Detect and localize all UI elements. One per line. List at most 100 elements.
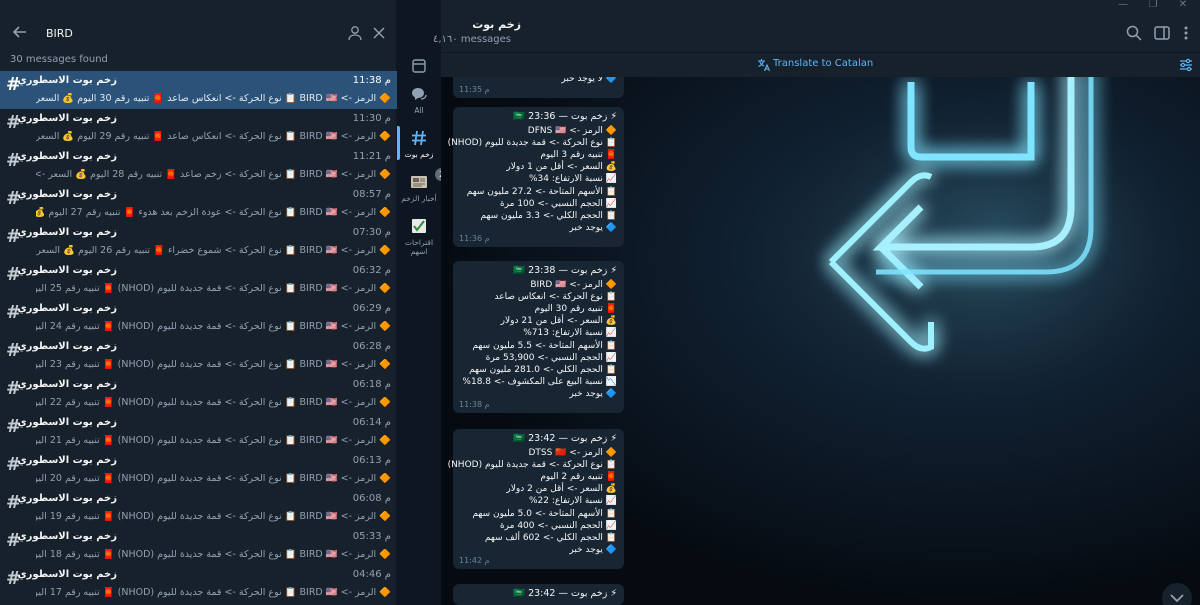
message-bubble[interactable]: ⚡ زخم بوت — 23:42 🇸🇦 🔶 الرمز -> DTSS 🇨🇳 📋 … [447, 429, 624, 569]
result-time: 06:13 م [352, 455, 391, 466]
search-result-item[interactable]: # زخم بوت الاسطوري 06:08 م 🔶 الرمز -> BIRD … [0, 489, 397, 527]
chat-area: زخم بوت ٤,١٦٠ messages Translate to Cata… [433, 12, 1200, 605]
scroll-down-button[interactable] [1162, 583, 1192, 605]
clear-search-icon[interactable] [370, 24, 388, 42]
minimize-button[interactable]: — [1108, 0, 1138, 12]
message-line: 📈 الحجم النسبي -> 100 مرة [499, 198, 617, 209]
message-bubble[interactable]: ⚡ زخم بوت — 23:38 🇸🇦 🔶 الرمز -> BIRD 🇺🇸 📋 … [453, 261, 624, 414]
message-bubble[interactable]: 🔷 لا يوجد خبر 11:35 م [453, 77, 624, 99]
search-result-item[interactable]: # زخم بوت الاسطوري 06:18 م 🔶 الرمز -> BIRD … [0, 375, 397, 413]
search-from-user-icon[interactable] [346, 24, 364, 42]
result-chat-name: زخم بوت الاسطوري [17, 303, 117, 314]
result-chat-name: زخم بوت الاسطوري [17, 531, 117, 542]
message-line: 🔷 يوجد خبر [569, 544, 617, 555]
search-result-item[interactable]: # زخم بوت الاسطوري 08:57 م 🔶 الرمز -> BIRD … [0, 185, 397, 223]
result-chat-name: زخم بوت الاسطوري [17, 569, 117, 580]
hashtag-icon [409, 128, 429, 148]
search-results-list: # زخم بوت الاسطوري 11:38 م 🔶 الرمز -> BIRD … [0, 71, 397, 605]
message-header: ⚡ زخم بوت — 23:38 🇸🇦 [513, 265, 617, 276]
result-preview: 🔶 الرمز -> BIRD 🇺🇸 📋 نوع الحركة -> قمة ج… [36, 359, 391, 370]
close-window-button[interactable]: ✕ [1168, 0, 1198, 12]
filter-settings-icon[interactable] [1178, 57, 1194, 73]
message-bubble[interactable]: ⚡ زخم بوت — 23:36 🇸🇦 🔶 الرمز -> DFNS 🇺🇸 📋 … [447, 107, 624, 247]
search-result-item[interactable]: # زخم بوت الاسطوري 06:32 م 🔶 الرمز -> BIRD … [0, 261, 397, 299]
result-time: 06:18 م [352, 379, 391, 390]
message-line: 💰 السعر -> أقل من 1 دولار [506, 162, 617, 173]
search-result-item[interactable]: # زخم بوت الاسطوري 07:30 م 🔶 الرمز -> BIRD … [0, 223, 397, 261]
result-chat-name: زخم بوت الاسطوري [17, 113, 117, 124]
result-time: 07:30 م [352, 227, 391, 238]
translate-label: Translate to Catalan [773, 58, 874, 69]
message-line: 💰 السعر -> أقل من 2 دولار [506, 484, 617, 495]
search-result-item[interactable]: # زخم بوت الاسطوري 06:28 م 🔶 الرمز -> BIRD … [0, 337, 397, 375]
result-preview: 🔶 الرمز -> BIRD 🇺🇸 📋 نوع الحركة -> عودة … [36, 207, 391, 218]
result-chat-name: زخم بوت الاسطوري [17, 455, 117, 466]
message-line: 📋 الأسهم المتاحة -> 27.2 مليون سهم [466, 186, 617, 197]
search-result-item[interactable]: # زخم بوت الاسطوري 06:14 م 🔶 الرمز -> BIRD … [0, 413, 397, 451]
folders-sidebar: All زخم بوت 2 أخبار الزخم اقتراحات اسهم [397, 0, 448, 605]
result-chat-name: زخم بوت الاسطوري [17, 265, 117, 276]
search-result-item[interactable]: # زخم بوت الاسطوري 11:30 م 🔶 الرمز -> BIRD … [0, 109, 397, 147]
chat-header: زخم بوت ٤,١٦٠ messages [433, 12, 1200, 52]
message-line: 📋 الحجم الكلي -> 3.3 مليون سهم [480, 210, 618, 221]
message-time: 11:42 م [459, 555, 490, 565]
message-line: 💰 السعر -> أقل من 21 دولار [500, 316, 617, 327]
telegram-window: — ❐ ✕ 30 messages found #زخم بوت الاسطور… [0, 0, 1200, 605]
message-time: 11:36 م [459, 233, 490, 243]
message-line: 📈 الحجم النسبي -> 400 مرة [499, 520, 617, 531]
message-line: 🔷 لا يوجد خبر [561, 77, 617, 84]
search-input[interactable] [38, 20, 338, 46]
folder-zakhm-bot[interactable]: زخم بوت [397, 128, 441, 159]
message-bubble[interactable]: ⚡ زخم بوت — 23:42 🇸🇦 [453, 584, 624, 605]
search-result-item[interactable]: # زخم بوت الاسطوري 11:21 م 🔶 الرمز -> BIRD … [0, 147, 397, 185]
message-line: 📈 نسبة الارتفاع: 22% [528, 496, 617, 507]
translate-button[interactable]: Translate to Catalan [758, 58, 874, 72]
more-options-icon[interactable] [1177, 24, 1195, 42]
folder-all-label: All [414, 106, 424, 115]
message-time: 11:35 م [459, 85, 490, 95]
search-result-item[interactable]: # زخم بوت الاسطوري 06:29 م 🔶 الرمز -> BIRD … [0, 299, 397, 337]
sidebar-toggle-icon[interactable] [1153, 24, 1171, 42]
chat-title[interactable]: زخم بوت [441, 18, 521, 31]
search-result-item[interactable]: # زخم بوت الاسطوري 04:46 م 🔶 الرمز -> BIRD … [0, 565, 397, 603]
result-chat-name: زخم بوت الاسطوري [17, 75, 117, 86]
search-result-item[interactable]: # زخم بوت الاسطوري 06:13 م 🔶 الرمز -> BIRD … [0, 451, 397, 489]
suggestions-icon [409, 216, 429, 236]
folder-news-label: أخبار الزخم [401, 194, 437, 203]
search-result-item[interactable]: # زخم بوت الاسطوري 11:38 م 🔶 الرمز -> BIRD … [0, 71, 397, 109]
result-preview: 🔶 الرمز -> BIRD 🇺🇸 📋 نوع الحركة -> قمة ج… [36, 473, 391, 484]
message-line: 📉 نسبة البيع على المكشوف -> 18.8% [462, 376, 617, 387]
result-chat-name: زخم بوت الاسطوري [17, 151, 117, 162]
result-chat-name: زخم بوت الاسطوري [17, 493, 117, 504]
message-line: 📋 الحجم الكلي -> 602 ألف سهم [484, 532, 617, 543]
results-count: 30 messages found [10, 54, 108, 65]
folder-suggestions[interactable]: اقتراحات اسهم [397, 216, 441, 256]
maximize-button[interactable]: ❐ [1138, 0, 1168, 12]
folder-suggestions-label: اقتراحات اسهم [404, 238, 434, 256]
result-time: 06:29 م [352, 303, 391, 314]
message-header: ⚡ زخم بوت — 23:42 🇸🇦 [513, 433, 617, 444]
translate-bar: Translate to Catalan [441, 52, 1200, 77]
result-preview: 🔶 الرمز -> BIRD 🇺🇸 📋 نوع الحركة -> قمة ج… [36, 549, 391, 560]
folder-archive[interactable] [397, 56, 441, 78]
result-preview: 🔶 الرمز -> BIRD 🇺🇸 📋 نوع الحركة -> شموع … [36, 245, 391, 256]
folder-news[interactable]: 2 أخبار الزخم [397, 168, 448, 203]
result-chat-name: زخم بوت الاسطوري [17, 379, 117, 390]
result-preview: 🔶 الرمز -> BIRD 🇺🇸 📋 نوع الحركة -> قمة ج… [36, 397, 391, 408]
message-line: 📋 نوع الحركة -> قمة جديدة لليوم (NHOD) [447, 460, 617, 471]
message-line: 📋 الحجم الكلي -> 281.0 مليون سهم [469, 364, 617, 375]
back-arrow-icon[interactable] [10, 22, 30, 42]
translate-icon [757, 58, 771, 72]
search-icon[interactable] [1125, 24, 1143, 42]
search-result-item[interactable]: # زخم بوت الاسطوري 05:33 م 🔶 الرمز -> BIRD … [0, 527, 397, 565]
message-line: 🧧 تنبيه رقم 2 اليوم [540, 472, 617, 483]
result-chat-name: زخم بوت الاسطوري [17, 341, 117, 352]
message-header: ⚡ زخم بوت — 23:36 🇸🇦 [513, 111, 617, 122]
message-line: 📋 نوع الحركة -> قمة جديدة لليوم (NHOD) [447, 138, 617, 149]
search-field-container [38, 20, 392, 46]
result-time: 11:21 م [352, 151, 391, 162]
message-line: 🔷 يوجد خبر [569, 222, 617, 233]
message-line: 📈 نسبة الارتفاع: 34% [528, 174, 617, 185]
folder-all[interactable]: All [397, 84, 441, 115]
chat-message-count: ٤,١٦٠ messages [432, 34, 511, 45]
